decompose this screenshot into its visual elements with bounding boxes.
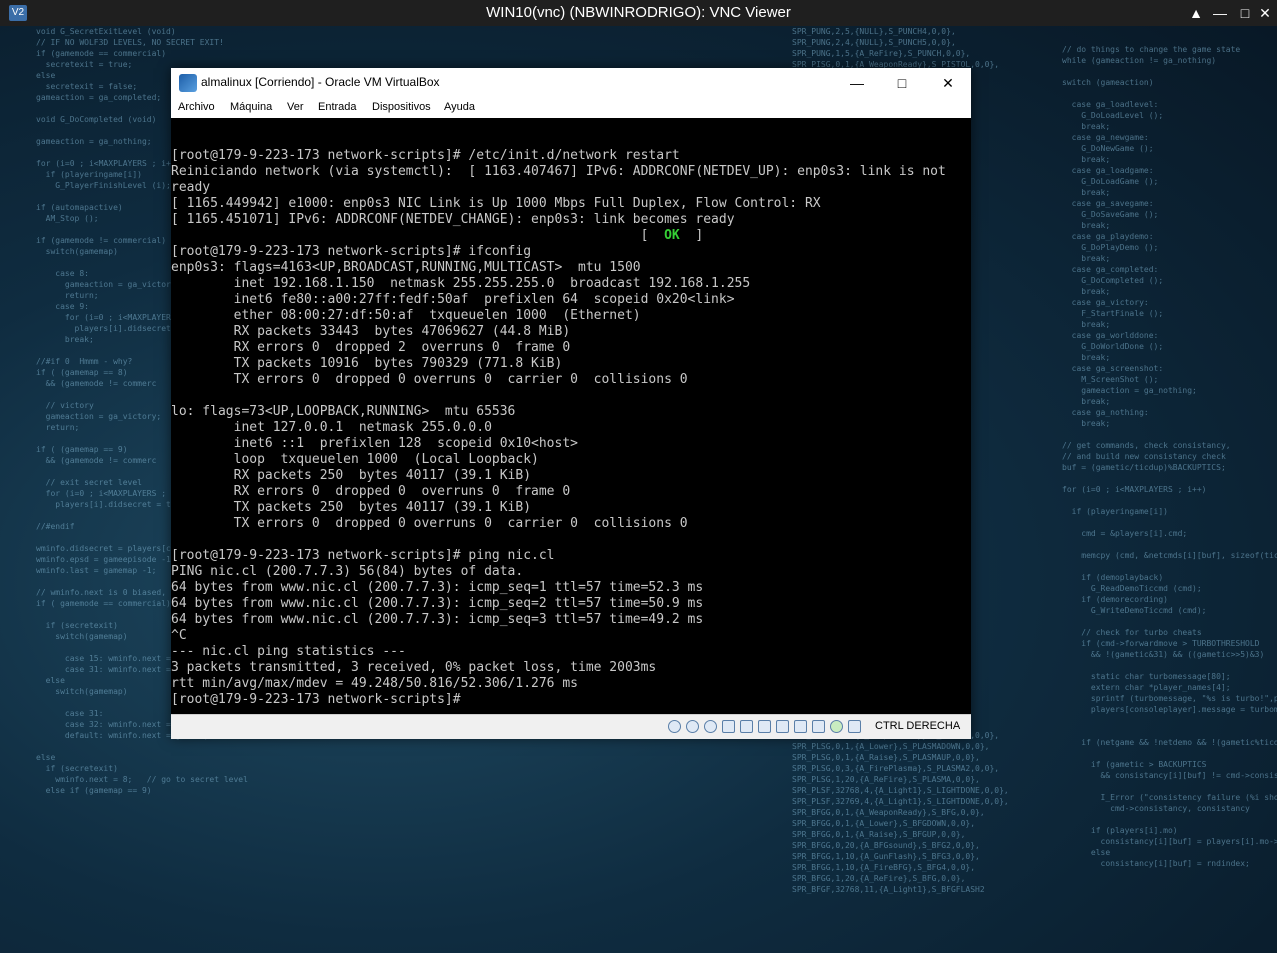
network-icon[interactable] <box>722 720 735 733</box>
vnc-titlebar: V2 WIN10(vnc) (NBWINRODRIGO): VNC Viewer… <box>0 0 1277 26</box>
ok-status: OK <box>664 228 680 243</box>
hard-disk-icon[interactable] <box>668 720 681 733</box>
keyboard-icon[interactable] <box>848 720 861 733</box>
terminal-ok-line: [ OK ] <box>171 228 704 243</box>
audio-icon[interactable] <box>704 720 717 733</box>
optical-drive-icon[interactable] <box>686 720 699 733</box>
vm-console-terminal[interactable]: [root@179-9-223-173 network-scripts]# /e… <box>171 118 971 714</box>
video-capture-icon[interactable] <box>794 720 807 733</box>
virtualbox-menubar: Archivo Máquina Ver Entrada Dispositivos… <box>171 98 971 118</box>
terminal-lines-before-ok: [root@179-9-223-173 network-scripts]# /e… <box>171 148 946 227</box>
menu-dispositivos[interactable]: Dispositivos <box>372 101 431 113</box>
virtualbox-titlebar: almalinux [Corriendo] - Oracle VM Virtua… <box>171 68 971 98</box>
close-icon[interactable]: ✕ <box>935 72 961 94</box>
menu-entrada[interactable]: Entrada <box>318 101 357 113</box>
display-icon[interactable] <box>776 720 789 733</box>
cpu-icon[interactable] <box>812 720 825 733</box>
menu-ver[interactable]: Ver <box>287 101 304 113</box>
mouse-integration-icon[interactable] <box>830 720 843 733</box>
minimize-icon[interactable]: — <box>1210 3 1230 23</box>
maximize-icon[interactable]: □ <box>1235 3 1255 23</box>
menu-maquina[interactable]: Máquina <box>230 101 272 113</box>
shared-folders-icon[interactable] <box>758 720 771 733</box>
close-icon[interactable]: ✕ <box>1255 3 1275 23</box>
maximize-icon[interactable]: □ <box>889 72 915 94</box>
virtualbox-app-icon <box>179 74 197 92</box>
ok-prefix: [ <box>171 228 665 243</box>
virtualbox-statusbar: CTRL DERECHA <box>171 714 971 739</box>
minimize-icon[interactable]: — <box>844 72 870 94</box>
host-key-label: CTRL DERECHA <box>875 720 961 732</box>
terminal-lines-after-ok: [root@179-9-223-173 network-scripts]# if… <box>171 244 751 707</box>
menu-ayuda[interactable]: Ayuda <box>444 101 475 113</box>
virtualbox-window-title: almalinux [Corriendo] - Oracle VM Virtua… <box>201 75 440 89</box>
virtualbox-window: almalinux [Corriendo] - Oracle VM Virtua… <box>171 68 971 739</box>
wallpaper-code-right: // do things to change the game state wh… <box>1062 45 1277 868</box>
vnc-window-title: WIN10(vnc) (NBWINRODRIGO): VNC Viewer <box>486 4 791 21</box>
terminal-output: [root@179-9-223-173 network-scripts]# /e… <box>171 118 971 708</box>
chevron-up-icon[interactable]: ▲ <box>1186 3 1206 23</box>
menu-archivo[interactable]: Archivo <box>178 101 215 113</box>
usb-icon[interactable] <box>740 720 753 733</box>
ok-suffix: ] <box>679 228 704 243</box>
